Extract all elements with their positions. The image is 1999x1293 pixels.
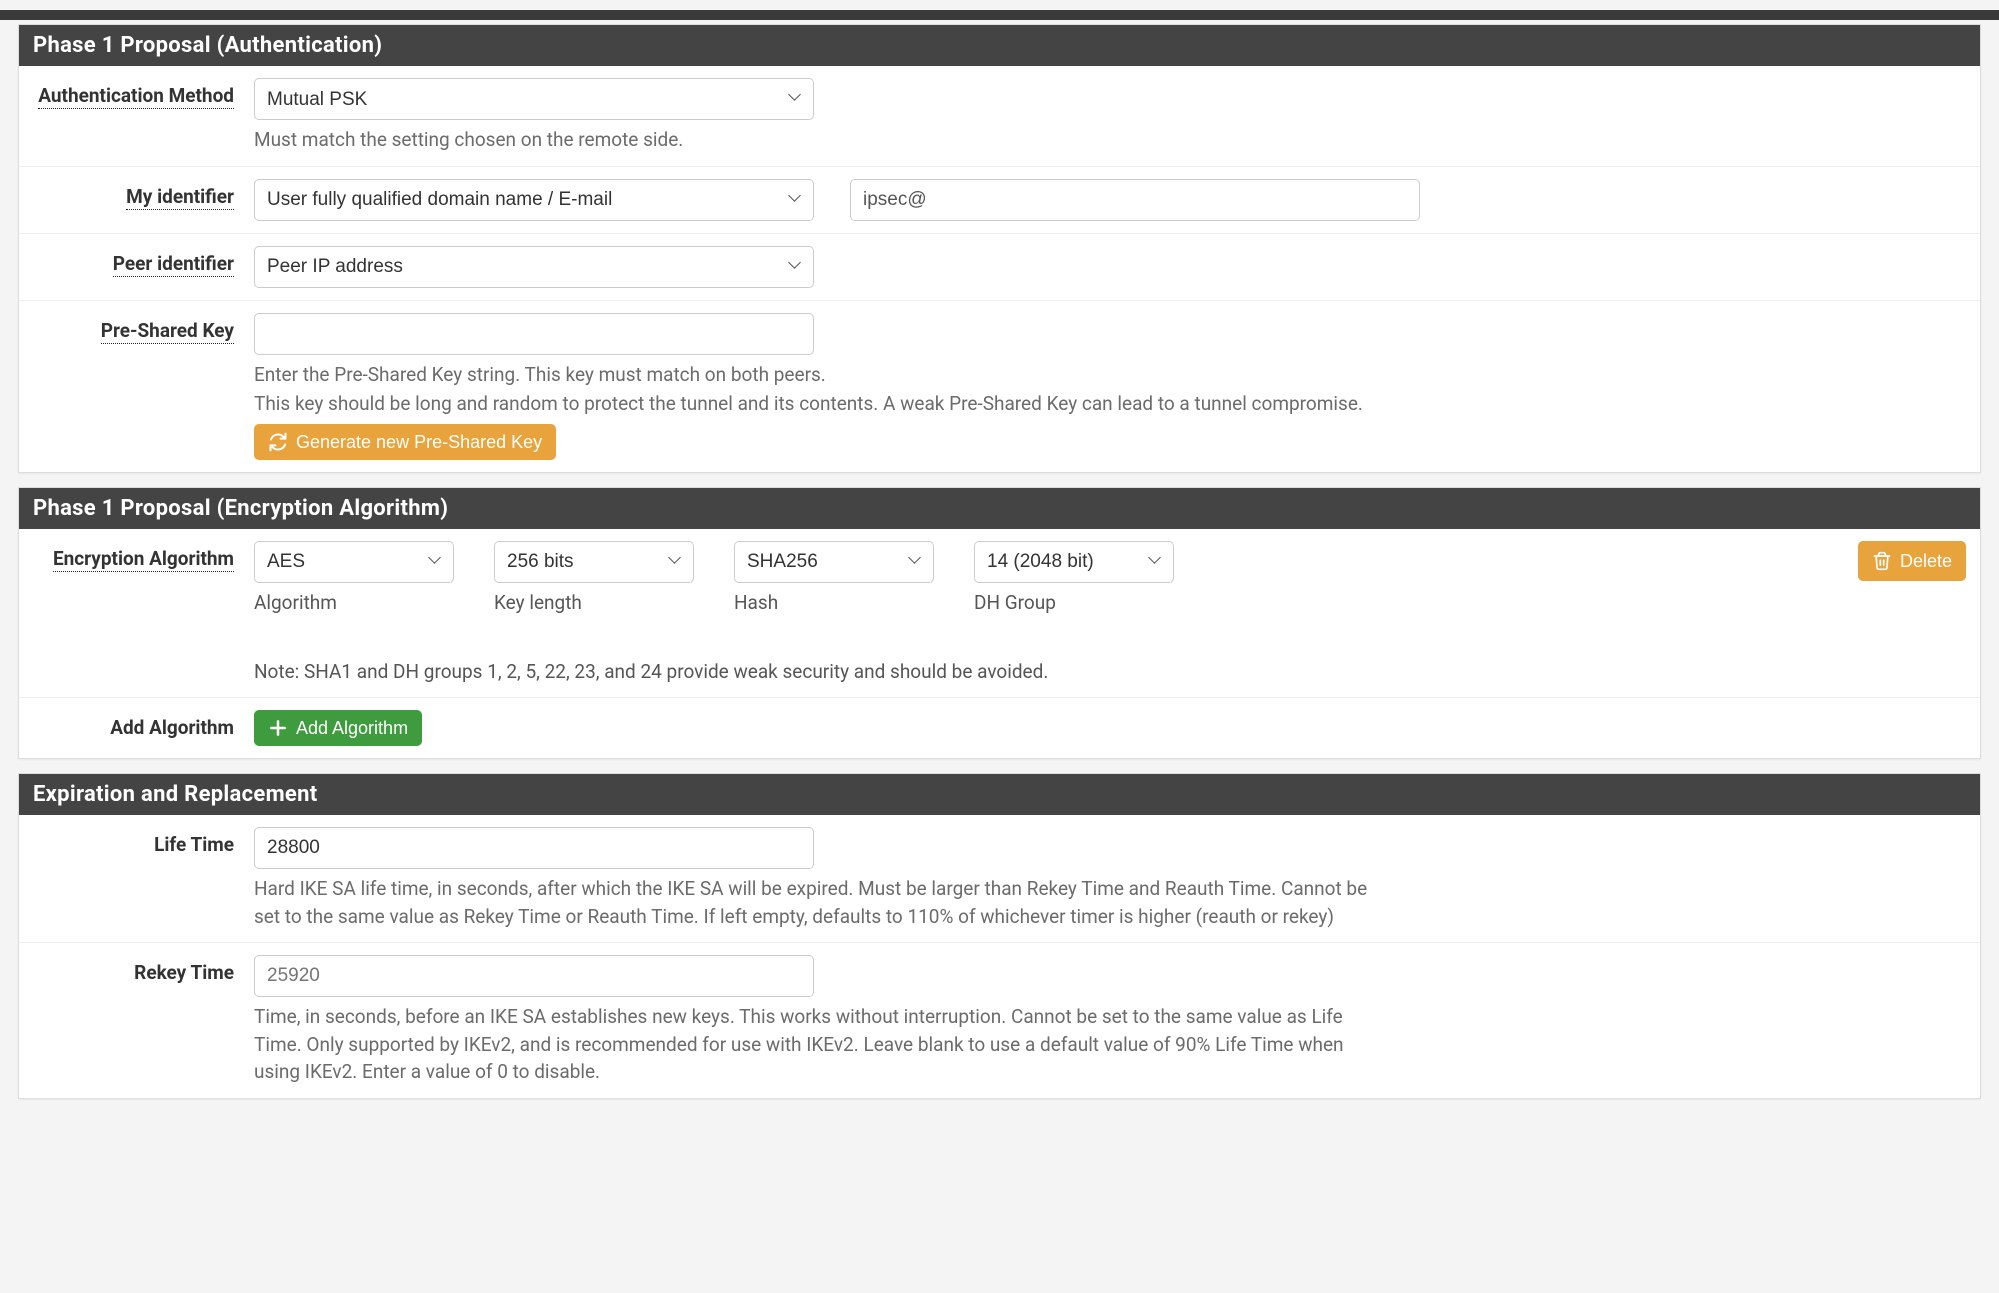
delete-algorithm-button[interactable]: Delete (1858, 541, 1966, 581)
generate-psk-button[interactable]: Generate new Pre-Shared Key (254, 424, 556, 460)
my-identifier-type-select[interactable]: User fully qualified domain name / E-mai… (254, 179, 814, 221)
plus-icon (268, 718, 288, 738)
label-encryption-algorithm: Encryption Algorithm (19, 541, 254, 570)
caption-key-length: Key length (494, 591, 694, 614)
label-rekey-time: Rekey Time (19, 955, 254, 984)
pre-shared-key-input[interactable] (254, 313, 814, 355)
life-time-input[interactable] (254, 827, 814, 869)
refresh-icon (268, 432, 288, 452)
label-peer-identifier: Peer identifier (19, 246, 254, 275)
psk-help-1: Enter the Pre-Shared Key string. This ke… (254, 361, 1966, 389)
label-authentication-method: Authentication Method (19, 78, 254, 107)
psk-help-2: This key should be long and random to pr… (254, 390, 1966, 418)
add-algorithm-button[interactable]: Add Algorithm (254, 710, 422, 746)
row-peer-identifier: Peer identifier Peer IP address (19, 234, 1980, 301)
hash-select[interactable]: SHA256 (734, 541, 934, 583)
row-encryption-algorithm: Encryption Algorithm AES Algorithm (19, 529, 1980, 699)
generate-psk-label: Generate new Pre-Shared Key (296, 433, 542, 451)
caption-hash: Hash (734, 591, 934, 614)
row-life-time: Life Time Hard IKE SA life time, in seco… (19, 815, 1980, 943)
my-identifier-input[interactable] (850, 179, 1420, 221)
delete-label: Delete (1900, 552, 1952, 570)
top-bar (0, 10, 1999, 20)
key-length-select[interactable]: 256 bits (494, 541, 694, 583)
row-authentication-method: Authentication Method Mutual PSK Must ma… (19, 66, 1980, 167)
rekey-time-help: Time, in seconds, before an IKE SA estab… (254, 1003, 1384, 1086)
label-my-identifier: My identifier (19, 179, 254, 208)
encryption-note: Note: SHA1 and DH groups 1, 2, 5, 22, 23… (254, 658, 1966, 686)
label-pre-shared-key: Pre-Shared Key (19, 313, 254, 342)
panel-authentication: Phase 1 Proposal (Authentication) Authen… (18, 24, 1981, 473)
panel-heading-encryption: Phase 1 Proposal (Encryption Algorithm) (19, 488, 1980, 529)
life-time-help: Hard IKE SA life time, in seconds, after… (254, 875, 1384, 930)
authentication-method-select[interactable]: Mutual PSK (254, 78, 814, 120)
row-pre-shared-key: Pre-Shared Key Enter the Pre-Shared Key … (19, 301, 1980, 472)
add-algorithm-label: Add Algorithm (296, 719, 408, 737)
row-rekey-time: Rekey Time Time, in seconds, before an I… (19, 943, 1980, 1098)
row-my-identifier: My identifier User fully qualified domai… (19, 167, 1980, 234)
caption-dh-group: DH Group (974, 591, 1174, 614)
caption-algorithm: Algorithm (254, 591, 454, 614)
panel-heading-authentication: Phase 1 Proposal (Authentication) (19, 25, 1980, 66)
panel-heading-expiration: Expiration and Replacement (19, 774, 1980, 815)
trash-icon (1872, 551, 1892, 571)
panel-encryption: Phase 1 Proposal (Encryption Algorithm) … (18, 487, 1981, 760)
algorithm-select[interactable]: AES (254, 541, 454, 583)
label-life-time: Life Time (19, 827, 254, 856)
rekey-time-input[interactable] (254, 955, 814, 997)
authentication-method-help: Must match the setting chosen on the rem… (254, 126, 1966, 154)
label-add-algorithm: Add Algorithm (19, 710, 254, 739)
dh-group-select[interactable]: 14 (2048 bit) (974, 541, 1174, 583)
row-add-algorithm: Add Algorithm Add Algorithm (19, 698, 1980, 758)
peer-identifier-type-select[interactable]: Peer IP address (254, 246, 814, 288)
panel-expiration: Expiration and Replacement Life Time Har… (18, 773, 1981, 1099)
